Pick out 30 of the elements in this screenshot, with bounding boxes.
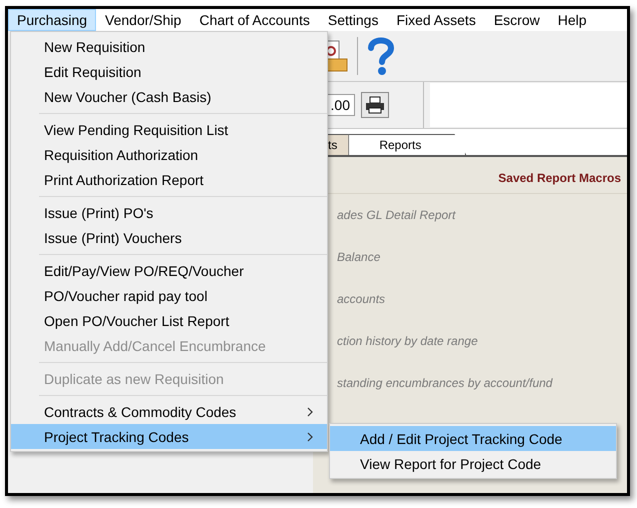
report-description: Balance <box>336 249 382 266</box>
report-description: standing encumbrances by account/fund <box>336 375 554 392</box>
report-description: ction history by date range <box>336 333 479 350</box>
menu-item[interactable]: Edit Requisition <box>11 59 327 84</box>
menu-bar-item[interactable]: Vendor/Ship <box>96 9 190 31</box>
menu-item[interactable]: Contracts & Commodity Codes <box>11 399 327 424</box>
menu-item[interactable]: Add / Edit Project Tracking Code <box>330 426 616 451</box>
menu-item[interactable]: New Requisition <box>11 34 327 59</box>
menu-bar-item[interactable]: Escrow <box>484 9 549 31</box>
print-button[interactable] <box>361 92 389 118</box>
menu-item[interactable]: PO/Voucher rapid pay tool <box>11 283 327 308</box>
menu-item[interactable]: Issue (Print) PO's <box>11 200 327 225</box>
menu-item[interactable]: Project Tracking Codes <box>11 424 327 449</box>
menu-bar-item[interactable]: Chart of Accounts <box>190 9 319 31</box>
menu-item[interactable]: Print Authorization Report <box>11 167 327 192</box>
menu-bar-item[interactable]: Settings <box>318 9 388 31</box>
help-icon[interactable] <box>366 36 396 76</box>
menu-bar-item[interactable]: Purchasing <box>8 9 96 31</box>
tab[interactable]: Reports <box>348 134 466 155</box>
saved-report-macros-link[interactable]: Saved Report Macros <box>498 171 621 185</box>
menu-item[interactable]: Issue (Print) Vouchers <box>11 225 327 250</box>
menu-bar-item[interactable]: Fixed Assets <box>387 9 485 31</box>
text-field[interactable] <box>430 83 627 127</box>
printer-icon <box>365 96 385 114</box>
report-description: ades GL Detail Report <box>336 207 457 224</box>
menu-bar-item[interactable]: Help <box>548 9 596 31</box>
menu-item[interactable]: View Report for Project Code <box>330 451 616 476</box>
menu-item[interactable]: Open PO/Voucher List Report <box>11 308 327 333</box>
report-description: accounts <box>336 291 386 308</box>
menu-item[interactable]: Edit/Pay/View PO/REQ/Voucher <box>11 258 327 283</box>
